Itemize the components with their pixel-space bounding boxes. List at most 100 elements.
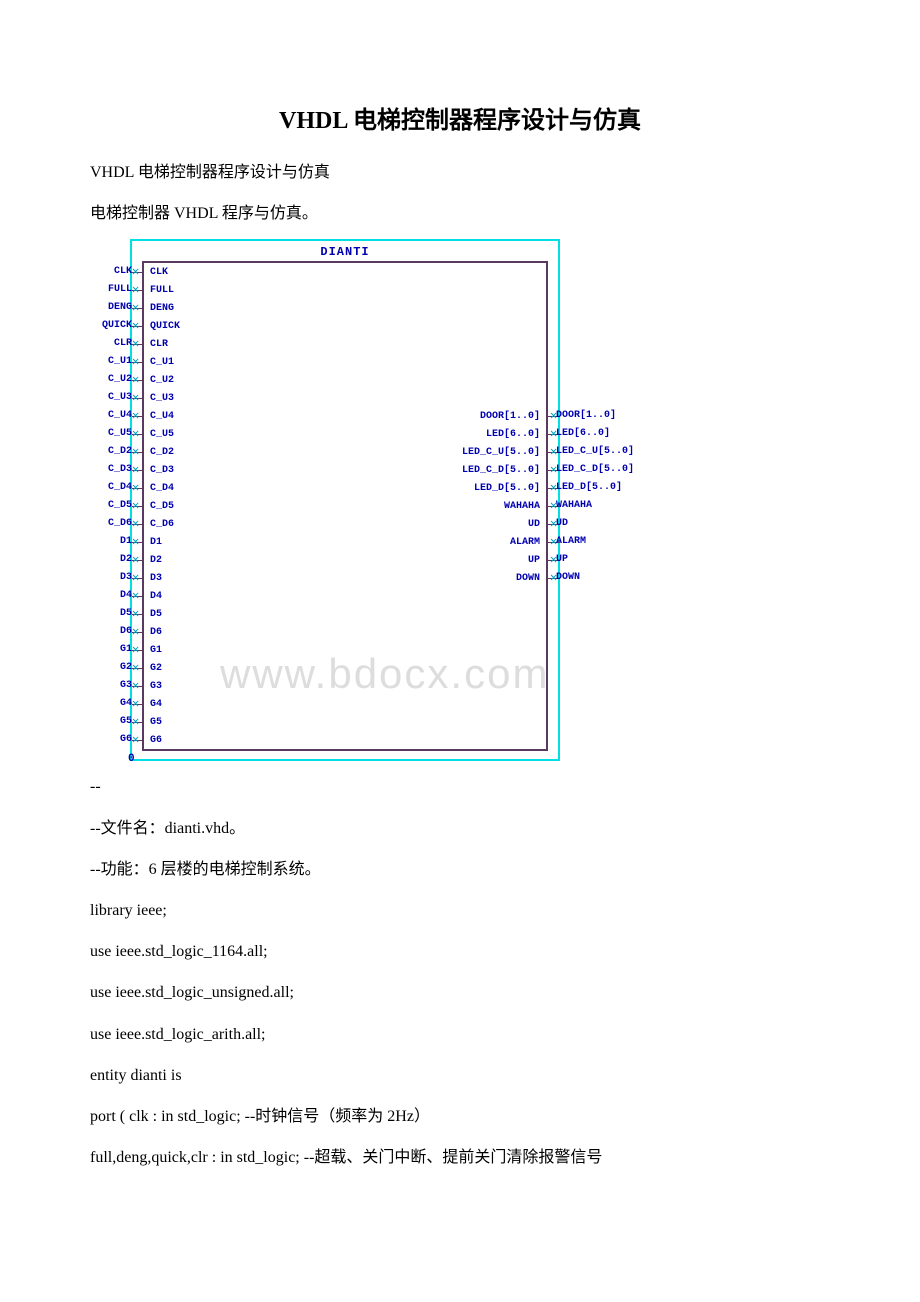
port-left-internal-label: QUICK [144,321,180,332]
port-right-external-label: UD [556,515,656,533]
port-right-external-label: DOWN [556,569,656,587]
pin-cross-icon: ✕ [132,267,142,277]
port-right-internal-label: DOOR[1..0] [480,411,546,422]
port-row: CLR✕CLR [144,335,546,353]
port-right-internal-label: LED_C_D[5..0] [462,465,546,476]
port-right-internal-label: UD [528,519,546,530]
port-right-internal-label: ALARM [510,537,546,548]
pin-cross-icon: ✕ [132,663,142,673]
pin-cross-icon: ✕ [132,735,142,745]
port-left-external-label: G1 [82,641,132,659]
pin-cross-icon: ✕ [132,627,142,637]
pin-cross-icon: ✕ [132,537,142,547]
port-left-external-label: C_D2 [82,443,132,461]
port-left-internal-label: C_D3 [144,465,174,476]
block-diagram: DIANTI CLK✕CLKFULL✕FULLDENG✕DENGQUICK✕QU… [130,239,830,761]
pin-cross-icon: ✕ [132,717,142,727]
port-row: G1✕G1 [144,641,546,659]
port-left-external-label: C_U2 [82,371,132,389]
port-left-internal-label: C_U2 [144,375,174,386]
pin-cross-icon: ✕ [132,591,142,601]
port-left-internal-label: D5 [144,609,162,620]
diagram-zero-label: 0 [128,753,135,765]
port-left-external-label: D4 [82,587,132,605]
port-left-external-label: D5 [82,605,132,623]
port-left-internal-label: D6 [144,627,162,638]
port-left-external-label: G5 [82,713,132,731]
port-row: G4✕G4 [144,695,546,713]
port-right-external-label: UP [556,551,656,569]
port-left-internal-label: C_U1 [144,357,174,368]
port-left-internal-label: G4 [144,699,162,710]
code-line: --文件名：dianti.vhd。 [90,811,830,846]
port-left-internal-label: C_U5 [144,429,174,440]
port-row: D6✕D6 [144,623,546,641]
port-row: QUICK✕QUICK [144,317,546,335]
port-left-external-label: C_U4 [82,407,132,425]
page-title: VHDL 电梯控制器程序设计与仿真 [90,100,830,135]
port-left-internal-label: D2 [144,555,162,566]
port-left-internal-label: G5 [144,717,162,728]
diagram-outer-border: DIANTI CLK✕CLKFULL✕FULLDENG✕DENGQUICK✕QU… [130,239,560,761]
port-right-external-label: LED[6..0] [556,425,656,443]
port-left-external-label: C_U5 [82,425,132,443]
port-left-external-label: FULL [82,281,132,299]
port-left-external-label: G2 [82,659,132,677]
port-right-external-label: WAHAHA [556,497,656,515]
code-listing: -- --文件名：dianti.vhd。 --功能：6 层楼的电梯控制系统。 l… [90,769,830,1175]
intro-line-2: 电梯控制器 VHDL 程序与仿真。 [90,196,830,231]
port-right-internal-label: WAHAHA [504,501,546,512]
port-left-internal-label: D4 [144,591,162,602]
pin-cross-icon: ✕ [132,303,142,313]
code-line: use ieee.std_logic_unsigned.all; [90,975,830,1010]
port-left-external-label: CLK [82,263,132,281]
port-left-internal-label: C_D6 [144,519,174,530]
port-row: FULL✕FULL [144,281,546,299]
intro-line-1: VHDL 电梯控制器程序设计与仿真 [90,155,830,190]
code-line: -- [90,769,830,804]
code-line: port ( clk : in std_logic; --时钟信号（频率为 2H… [90,1099,830,1134]
port-left-external-label: D3 [82,569,132,587]
port-right-external-label: DOOR[1..0] [556,407,656,425]
pin-cross-icon: ✕ [132,501,142,511]
code-line: library ieee; [90,893,830,928]
port-left-internal-label: C_D2 [144,447,174,458]
port-left-external-label: G4 [82,695,132,713]
pin-cross-icon: ✕ [132,465,142,475]
code-line: entity dianti is [90,1058,830,1093]
port-row: C_U2✕C_U2 [144,371,546,389]
port-row: C_U1✕C_U1 [144,353,546,371]
port-left-external-label: G3 [82,677,132,695]
port-left-internal-label: D1 [144,537,162,548]
pin-cross-icon: ✕ [132,699,142,709]
port-row: C_D6✕C_D6UD✕UD [144,515,546,533]
pin-cross-icon: ✕ [132,483,142,493]
port-left-external-label: D1 [82,533,132,551]
pin-cross-icon: ✕ [132,609,142,619]
port-row: DENG✕DENG [144,299,546,317]
port-row: C_D2✕C_D2LED_C_U[5..0]✕LED_C_U[5..0] [144,443,546,461]
port-row: D3✕D3DOWN✕DOWN [144,569,546,587]
port-left-external-label: C_D5 [82,497,132,515]
port-left-external-label: D6 [82,623,132,641]
port-right-internal-label: LED[6..0] [486,429,546,440]
port-left-internal-label: C_D5 [144,501,174,512]
port-row: C_D5✕C_D5WAHAHA✕WAHAHA [144,497,546,515]
port-right-external-label: LED_D[5..0] [556,479,656,497]
pin-cross-icon: ✕ [132,411,142,421]
port-row: G6✕G6 [144,731,546,749]
port-row: D5✕D5 [144,605,546,623]
port-left-internal-label: D3 [144,573,162,584]
port-row: C_D4✕C_D4LED_D[5..0]✕LED_D[5..0] [144,479,546,497]
port-left-external-label: DENG [82,299,132,317]
code-line: full,deng,quick,clr : in std_logic; --超载… [90,1140,830,1175]
diagram-block-box: CLK✕CLKFULL✕FULLDENG✕DENGQUICK✕QUICKCLR✕… [142,261,548,751]
pin-cross-icon: ✕ [132,681,142,691]
port-left-internal-label: CLK [144,267,168,278]
pin-cross-icon: ✕ [132,645,142,655]
pin-cross-icon: ✕ [132,447,142,457]
code-line: --功能：6 层楼的电梯控制系统。 [90,852,830,887]
diagram-title: DIANTI [132,245,558,259]
pin-cross-icon: ✕ [132,573,142,583]
port-left-external-label: D2 [82,551,132,569]
